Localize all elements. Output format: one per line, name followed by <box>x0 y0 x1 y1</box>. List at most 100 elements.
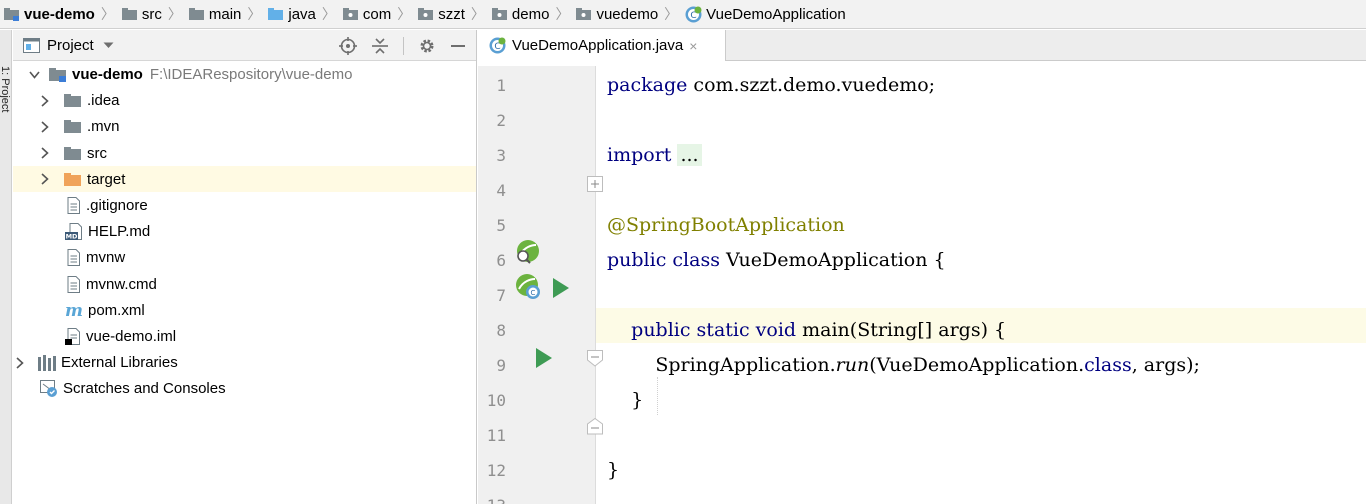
fold-expand-icon[interactable] <box>587 176 604 193</box>
breadcrumb-com[interactable]: com 〉 <box>342 0 418 28</box>
code-editor[interactable]: 1 2 3 4 5 6 7 8 9 10 11 12 13 C <box>478 66 1366 504</box>
tree-item-mvn[interactable]: .mvn <box>13 114 476 140</box>
breadcrumb-src[interactable]: src 〉 <box>121 0 189 28</box>
tree-item-vue-demo-iml[interactable]: vue-demo.iml <box>13 323 476 349</box>
spring-class-icon: C <box>489 37 506 54</box>
chevron-down-icon[interactable] <box>103 42 114 49</box>
chevron-right-icon[interactable] <box>39 95 51 107</box>
package-icon <box>342 7 359 21</box>
breadcrumb-label: src <box>141 5 162 23</box>
breadcrumb-szzt[interactable]: szzt 〉 <box>418 0 492 28</box>
run-icon[interactable] <box>553 278 569 298</box>
breadcrumb-label: VueDemoApplication <box>706 5 846 23</box>
tree-item-help-md[interactable]: MD HELP.md <box>13 219 476 245</box>
breadcrumb-demo[interactable]: demo 〉 <box>491 0 577 28</box>
breadcrumb-vuedemo[interactable]: vuedemo 〉 <box>576 0 685 28</box>
chevron-right-icon: 〉 <box>167 6 182 22</box>
line-number: 4 <box>496 181 506 200</box>
chevron-right-icon: 〉 <box>247 6 262 22</box>
tree-item-label: External Libraries <box>61 354 178 372</box>
fold-collapse-icon[interactable] <box>587 350 604 367</box>
tree-item-mvnw[interactable]: mvnw <box>13 245 476 271</box>
fold-collapse-icon[interactable] <box>587 418 604 435</box>
text-file-icon <box>65 275 81 293</box>
breadcrumb-vuedemoapplication[interactable]: C VueDemoApplication <box>685 0 846 28</box>
keyword: package <box>607 74 688 96</box>
line-number: 2 <box>496 111 506 130</box>
toolbar-divider <box>403 36 404 55</box>
spring-bean-search-icon[interactable] <box>514 239 542 265</box>
tree-item-label: target <box>87 170 126 188</box>
tree-item-path: F:\IDEARespository\vue-demo <box>149 66 353 84</box>
markdown-file-icon: MD <box>65 223 83 241</box>
gear-icon[interactable] <box>418 37 436 55</box>
run-icon[interactable] <box>536 348 552 368</box>
text-file-icon <box>65 197 81 215</box>
keyword: public class <box>607 249 720 271</box>
tab-title: VueDemoApplication.java <box>512 37 684 54</box>
breadcrumb-main[interactable]: main 〉 <box>188 0 269 28</box>
line-number: 8 <box>496 321 506 340</box>
tree-item-mvnw-cmd[interactable]: mvnw.cmd <box>13 271 476 297</box>
folder-icon <box>64 93 82 108</box>
line-number: 11 <box>486 426 506 445</box>
breadcrumb-label: vuedemo <box>596 5 659 23</box>
code-line-6: @SpringBootApplication <box>607 214 845 236</box>
tab-vuedemoapplication[interactable]: C VueDemoApplication.java × <box>478 30 726 62</box>
chevron-right-icon[interactable] <box>14 357 26 369</box>
collapse-all-icon[interactable] <box>371 37 389 55</box>
folder-icon <box>64 146 82 161</box>
tree-item-external-libraries[interactable]: External Libraries <box>13 350 476 376</box>
tree-item-label: vue-demo <box>72 66 143 84</box>
editor-gutter: 1 2 3 4 5 6 7 8 9 10 11 12 13 C <box>478 66 596 504</box>
breadcrumb-label: com <box>362 5 392 23</box>
tree-item-idea[interactable]: .idea <box>13 88 476 114</box>
chevron-right-icon[interactable] <box>39 173 51 185</box>
tree-item-scratches-and-consoles[interactable]: Scratches and Consoles <box>13 376 476 402</box>
breadcrumb-label: vue-demo <box>24 5 95 23</box>
chevron-right-icon[interactable] <box>39 147 51 159</box>
iml-file-icon <box>65 327 81 345</box>
tree-item-src[interactable]: src <box>13 140 476 166</box>
tree-item-target[interactable]: target <box>13 166 476 193</box>
chevron-right-icon: 〉 <box>664 6 679 22</box>
code-line-3: import ... <box>607 138 702 173</box>
code-line-13: } <box>607 459 620 481</box>
close-icon[interactable]: × <box>689 38 697 54</box>
package-icon <box>491 7 508 21</box>
code-text: (VueDemoApplication. <box>869 354 1085 376</box>
folded-imports[interactable]: ... <box>677 144 702 166</box>
code-text: com.szzt.demo.vuedemo; <box>687 74 936 96</box>
project-view-title[interactable]: Project <box>47 37 94 54</box>
breadcrumb-vue-demo[interactable]: vue-demo 〉 <box>4 0 122 28</box>
folder-icon <box>188 7 205 21</box>
keyword: class <box>1084 354 1132 376</box>
tree-item-pom-xml[interactable]: m pom.xml <box>13 297 476 323</box>
module-folder-icon <box>4 7 20 21</box>
tree-item-label: HELP.md <box>88 223 151 241</box>
project-tree: vue-demo F:\IDEARespository\vue-demo .id… <box>13 61 476 402</box>
chevron-right-icon[interactable] <box>39 121 51 133</box>
tree-item-label: .mvn <box>87 118 120 136</box>
project-tool-button[interactable]: 1: Project <box>0 66 11 112</box>
keyword: public static void <box>607 319 797 341</box>
code-text: , args); <box>1131 354 1200 376</box>
tree-item-vue-demo[interactable]: vue-demo F:\IDEARespository\vue-demo <box>13 62 476 88</box>
breadcrumb-label: szzt <box>438 5 465 23</box>
breadcrumb-java[interactable]: java 〉 <box>268 0 343 28</box>
excluded-folder-icon <box>64 172 82 187</box>
spring-class-icon: C <box>685 6 702 23</box>
code-text: SpringApplication. <box>607 354 836 376</box>
line-number: 12 <box>486 461 506 480</box>
crosshair-icon[interactable] <box>339 36 357 55</box>
code-text: main(String[] args) { <box>796 319 1007 341</box>
minimize-icon[interactable] <box>450 37 466 55</box>
chevron-right-icon: 〉 <box>470 6 485 22</box>
line-number: 6 <box>496 251 506 270</box>
tree-item-gitignore[interactable]: .gitignore <box>13 192 476 218</box>
module-folder-icon <box>49 67 67 83</box>
spring-bean-class-icon[interactable]: C <box>514 273 542 301</box>
maven-file-icon: m <box>65 302 83 319</box>
chevron-down-icon[interactable] <box>28 71 40 79</box>
package-icon <box>576 7 592 21</box>
